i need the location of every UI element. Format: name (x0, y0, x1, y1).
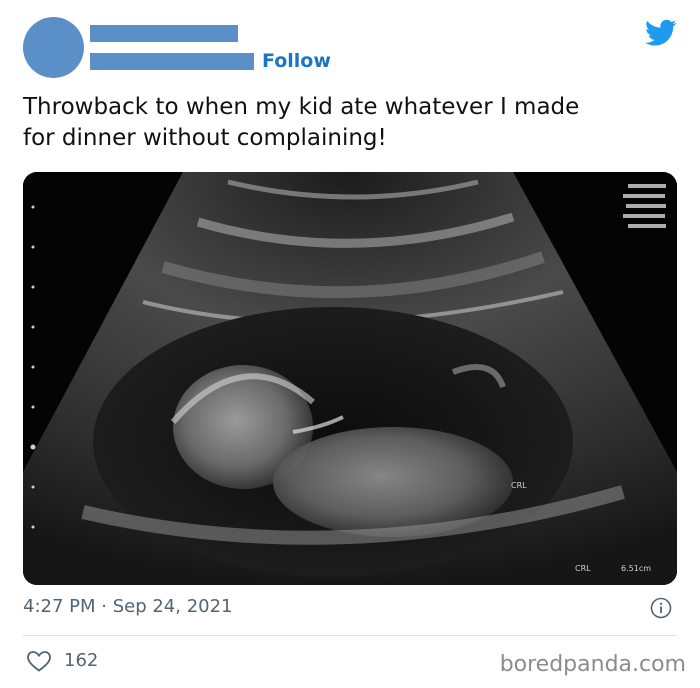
tweet-text: Throwback to when my kid ate whatever I … (23, 92, 663, 154)
watermark: boredpanda.com (499, 652, 686, 677)
scan-footer-tag: CRL (575, 564, 591, 573)
info-icon[interactable] (650, 597, 672, 619)
twitter-bird-icon[interactable] (645, 19, 677, 47)
scan-measure-label: CRL (511, 481, 527, 490)
scan-footer-value: 6.51cm (621, 564, 651, 573)
author-avatar[interactable] (23, 17, 84, 78)
follow-button[interactable]: Follow (262, 49, 331, 73)
redacted-username[interactable] (90, 53, 254, 70)
divider (23, 635, 677, 636)
tweet-text-line: for dinner without complaining! (23, 125, 387, 151)
tweet-text-line: Throwback to when my kid ate whatever I … (23, 94, 580, 120)
like-count: 162 (64, 650, 99, 671)
ultrasound-image[interactable]: CRL CRL 6.51cm (23, 172, 677, 585)
redacted-display-name[interactable] (90, 25, 238, 42)
heart-icon[interactable] (26, 649, 52, 673)
tweet-timestamp[interactable]: 4:27 PM · Sep 24, 2021 (23, 595, 233, 619)
